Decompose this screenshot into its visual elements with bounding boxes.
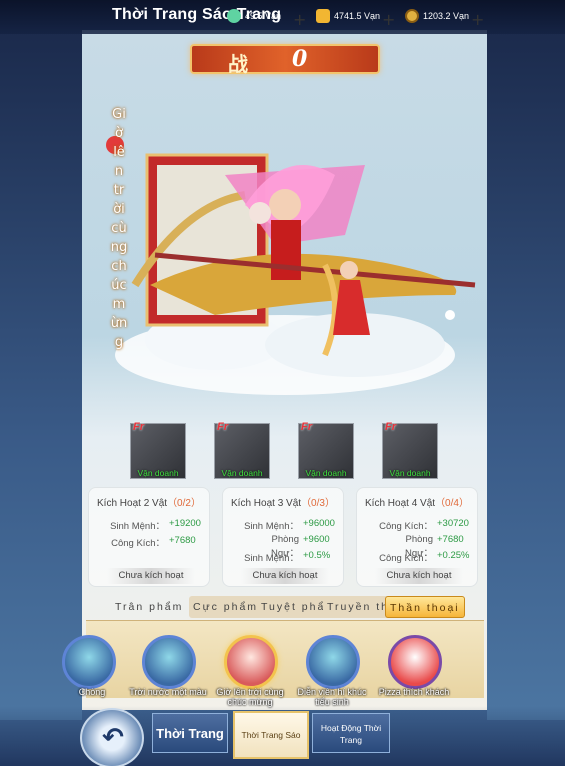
outfit-item-selected[interactable]: Giờ lên trời cùng chúc mừng — [216, 631, 284, 707]
background-left — [0, 30, 82, 720]
equipment-label: Vận doanh — [305, 468, 347, 478]
equipment-row: Fr Vận doanh Fr Vận doanh Fr Vận doanh F… — [130, 421, 460, 479]
quality-tabs: Trân phẩm Cực phẩm Tuyệt phẩm Truyền thu… — [113, 596, 465, 620]
equipment-label: Vận doanh — [221, 468, 263, 478]
currency-gold: 4741.5 Vạn — [316, 9, 380, 23]
equipment-slot[interactable]: Fr Vận doanh — [214, 421, 270, 479]
character-preview[interactable] — [95, 85, 485, 415]
equipment-slot[interactable]: Fr Vận doanh — [298, 421, 354, 479]
outfit-list: Chòng Trời nước một màu Giờ lên trời cùn… — [62, 620, 484, 707]
inactive-status: Chưa kích hoạt — [241, 568, 329, 584]
outfit-icon — [62, 635, 116, 689]
outfit-item[interactable]: Pizza thích khách — [379, 631, 449, 697]
currency-coin: 1203.2 Vạn — [405, 9, 469, 23]
coin-icon — [405, 9, 419, 23]
equipment-slot[interactable]: Fr Vận doanh — [382, 421, 438, 479]
inactive-status: Chưa kích hoạt — [375, 568, 463, 584]
add-coin-button[interactable]: + — [471, 10, 484, 29]
jade-icon — [227, 9, 241, 23]
outfit-item[interactable]: Diễn viên hí khúc tiểu sinh — [297, 631, 367, 707]
set-bonus-title: Kích Hoạt 3 Vật（0/3） — [231, 498, 335, 509]
outfit-icon — [388, 635, 442, 689]
set-bonus-card-3: Kích Hoạt 3 Vật（0/3） Sinh Mệnh： +96000 Ph… — [222, 487, 344, 587]
outfit-icon — [306, 635, 360, 689]
equipment-label: Vận doanh — [137, 468, 179, 478]
combat-power-value: 0 — [292, 46, 308, 72]
combat-power-label: 战 — [228, 52, 248, 76]
top-bar: Thời Trang Sáo Trang 49.5 Vạn + 4741.5 V… — [0, 0, 565, 34]
set-bonus-card-2: Kích Hoạt 2 Vật（0/2） Sinh Mệnh： +19200 Cô… — [88, 487, 210, 587]
tab-cuc-pham[interactable]: Cực phẩm — [189, 596, 263, 618]
set-bonus-title: Kích Hoạt 4 Vật（0/4） — [365, 498, 469, 509]
background-right — [487, 30, 565, 720]
fr-badge: Fr — [385, 421, 396, 433]
inactive-status: Chưa kích hoạt — [107, 568, 195, 584]
gold-ingot-icon — [316, 9, 330, 23]
add-gold-button[interactable]: + — [382, 10, 395, 29]
tab-thoi-trang[interactable]: Thời Trang — [152, 713, 228, 753]
tab-than-thoai[interactable]: Thần thoại — [385, 596, 465, 618]
set-bonus-card-4: Kích Hoạt 4 Vật（0/4） Công Kích： +30720 Ph… — [356, 487, 478, 587]
set-bonus-title: Kích Hoạt 2 Vật（0/2） — [97, 498, 201, 509]
tab-tran-pham[interactable]: Trân phẩm — [115, 596, 183, 618]
equipment-label: Vận doanh — [389, 468, 431, 478]
fr-badge: Fr — [301, 421, 312, 433]
back-button[interactable]: ↶ — [80, 708, 144, 766]
outfit-item[interactable]: Trời nước một màu — [129, 631, 207, 697]
currency-jade: 49.5 Vạn — [227, 9, 281, 23]
outfit-icon — [224, 635, 278, 689]
tab-thoi-trang-sao-trang[interactable]: Thời Trang Sáo Trang — [233, 711, 309, 759]
tab-hoat-dong-thoi-trang[interactable]: Hoạt Động Thời Trang — [312, 713, 390, 753]
set-name-vertical: Giờ lên trời cùng chúc mừng — [110, 107, 128, 350]
combat-power-banner: 战 0 — [190, 44, 380, 76]
outfit-icon — [142, 635, 196, 689]
fr-badge: Fr — [133, 421, 144, 433]
fr-badge: Fr — [217, 421, 228, 433]
outfit-item[interactable]: Chòng — [62, 631, 116, 697]
add-jade-button[interactable]: + — [293, 10, 306, 29]
equipment-slot[interactable]: Fr Vận doanh — [130, 421, 186, 479]
back-arrow-icon: ↶ — [102, 723, 124, 753]
